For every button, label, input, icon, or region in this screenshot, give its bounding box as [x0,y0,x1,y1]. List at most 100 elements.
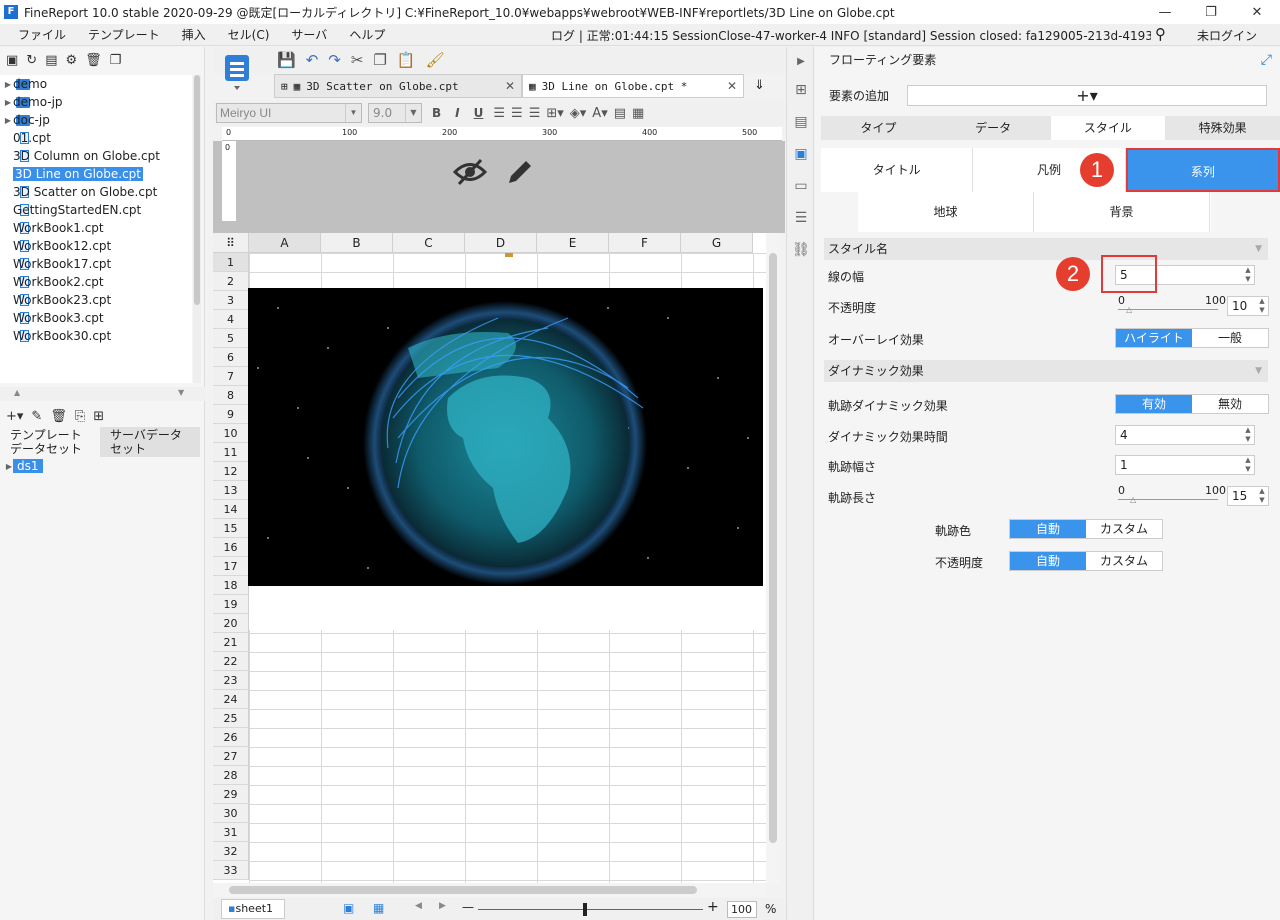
add-report-sheet-icon[interactable]: ▣ [343,901,354,915]
open-icon[interactable]: ▤ [45,53,57,68]
menu-server[interactable]: サーバ [281,26,339,43]
row-header[interactable]: 9 [213,405,249,424]
row-header[interactable]: 27 [213,747,249,766]
trail-color-auto[interactable]: 自動 [1010,520,1086,538]
row-header[interactable]: 26 [213,728,249,747]
section-dynamic-effect[interactable]: ダイナミック効果 ▼ [824,360,1268,382]
grid-vertical-scrollbar[interactable] [766,233,780,883]
font-select[interactable]: Meiryo UI ▼ [216,103,362,123]
copy-cell-icon[interactable]: ❐ [373,51,386,69]
tab-menu-icon[interactable]: ⇓ [754,78,765,93]
overlay-highlight[interactable]: ハイライト [1116,329,1192,347]
dataset-settings-icon[interactable]: ⊞ [93,409,104,424]
split-icon[interactable]: ▦ [632,106,644,121]
add-element-button[interactable]: +▾ [907,85,1267,106]
sheet-tab[interactable]: ▪sheet1 [221,899,285,919]
spinner-icon[interactable]: ▲ ▼ [1242,266,1254,284]
collapse-arrow-icon[interactable]: ▶ [792,53,810,71]
tree-file[interactable]: WorkBook17.cpt [0,255,192,273]
edit-icon[interactable]: ✎ [31,409,42,424]
overlay-normal[interactable]: 一般 [1192,329,1268,347]
tree-file[interactable]: WorkBook1.cpt [0,219,192,237]
zoom-slider-knob[interactable] [583,903,587,916]
log-message[interactable]: ログ | 正常:01:44:15 SessionClose-47-worker-… [551,27,1151,44]
bold-button[interactable]: B [428,106,445,120]
tree-file[interactable]: 01.cpt [0,129,192,147]
tree-folder[interactable]: ▶ demo-jp [0,93,192,111]
menu-insert[interactable]: 挿入 [172,26,218,43]
row-header[interactable]: 18 [213,576,249,595]
row-header[interactable]: 4 [213,310,249,329]
row-header[interactable]: 31 [213,823,249,842]
refresh-icon[interactable]: ↻ [26,53,37,68]
edit-pencil-icon[interactable] [505,157,535,195]
merge-icon[interactable]: ▤ [614,106,626,121]
tree-file[interactable]: WorkBook30.cpt [0,327,192,345]
row-header[interactable]: 17 [213,557,249,576]
undo-icon[interactable]: ↶ [306,51,319,69]
row-header[interactable]: 21 [213,633,249,652]
panel-splitter[interactable]: ▲ ▼ [0,387,205,401]
row-header[interactable]: 22 [213,652,249,671]
close-window-button[interactable]: ✕ [1234,0,1280,24]
row-header[interactable]: 11 [213,443,249,462]
hyperlink-icon[interactable]: ⛓ [792,241,810,259]
opacity-input[interactable]: 10 ▲ ▼ [1227,296,1269,316]
row-header[interactable]: 1 [213,253,249,272]
tab-special-effects[interactable]: 特殊効果 [1165,116,1280,140]
border-icon[interactable]: ⊞▾ [546,106,563,121]
tab-server-dataset[interactable]: サーバデータ セット [100,427,200,457]
effect-time-input[interactable]: 4 ▲ ▼ [1115,425,1255,445]
select-all-corner[interactable]: ⠿ [213,233,249,253]
cell-attributes-icon[interactable]: ▤ [792,113,810,131]
row-header[interactable]: 19 [213,595,249,614]
tree-file[interactable]: WorkBook3.cpt [0,309,192,327]
tree-file[interactable]: GettingStartedEN.cpt [0,201,192,219]
trail-opacity-auto[interactable]: 自動 [1010,552,1086,570]
next-sheet-icon[interactable]: ▶ [439,901,446,911]
widget-icon[interactable]: ▭ [792,177,810,195]
fill-color-icon[interactable]: ◈▾ [570,106,587,121]
row-header[interactable]: 20 [213,614,249,633]
trail-length-input[interactable]: 15 ▲ ▼ [1227,486,1269,506]
search-icon[interactable]: ⚲ [1155,25,1166,43]
spinner-icon[interactable]: ▲ ▼ [1242,456,1254,474]
menu-template[interactable]: テンプレート [78,26,172,43]
row-header[interactable]: 25 [213,709,249,728]
row-header[interactable]: 32 [213,842,249,861]
cell-properties-icon[interactable]: ⊞ [792,81,810,99]
cut-icon[interactable]: ✂ [351,51,364,69]
tab-template-dataset[interactable]: テンプレート データセット [0,427,100,457]
close-icon[interactable]: ✕ [505,79,515,93]
column-header[interactable]: F [609,233,681,253]
tree-file[interactable]: WorkBook12.cpt [0,237,192,255]
menu-file[interactable]: ファイル [0,26,78,43]
row-header[interactable]: 16 [213,538,249,557]
copy-icon[interactable]: ❐ [110,53,122,68]
delete-icon[interactable]: 🗑 [85,53,102,68]
tree-folder[interactable]: ▶ demo [0,75,192,93]
menu-cell[interactable]: セル(C) [218,26,282,43]
column-header[interactable]: A [249,233,321,253]
subtab-title[interactable]: タイトル [821,148,974,192]
preview-icon[interactable]: ⎘ [75,409,85,424]
condition-icon[interactable]: ☰ [792,209,810,227]
save-icon[interactable]: 💾 [277,51,296,69]
tree-file[interactable]: 3D Scatter on Globe.cpt [0,183,192,201]
spinner-icon[interactable]: ▲ ▼ [1242,426,1254,444]
add-dashboard-sheet-icon[interactable]: ▦ [373,901,384,915]
underline-button[interactable]: U [470,106,488,120]
row-header[interactable]: 33 [213,861,249,880]
dataset-item[interactable]: ▶ ▤ ds1 [0,457,43,475]
delete-dataset-icon[interactable]: 🗑 [50,409,67,424]
prev-sheet-icon[interactable]: ◀ [415,901,422,911]
trail-disabled[interactable]: 無効 [1192,395,1268,413]
restore-button[interactable]: ❐ [1188,0,1234,24]
floating-element-icon[interactable]: ▣ [792,145,810,163]
subtab-globe[interactable]: 地球 [858,192,1034,232]
row-header[interactable]: 12 [213,462,249,481]
row-header[interactable]: 24 [213,690,249,709]
row-header[interactable]: 30 [213,804,249,823]
zoom-input[interactable]: 100 [727,901,757,918]
trail-width-input[interactable]: 1 ▲ ▼ [1115,455,1255,475]
